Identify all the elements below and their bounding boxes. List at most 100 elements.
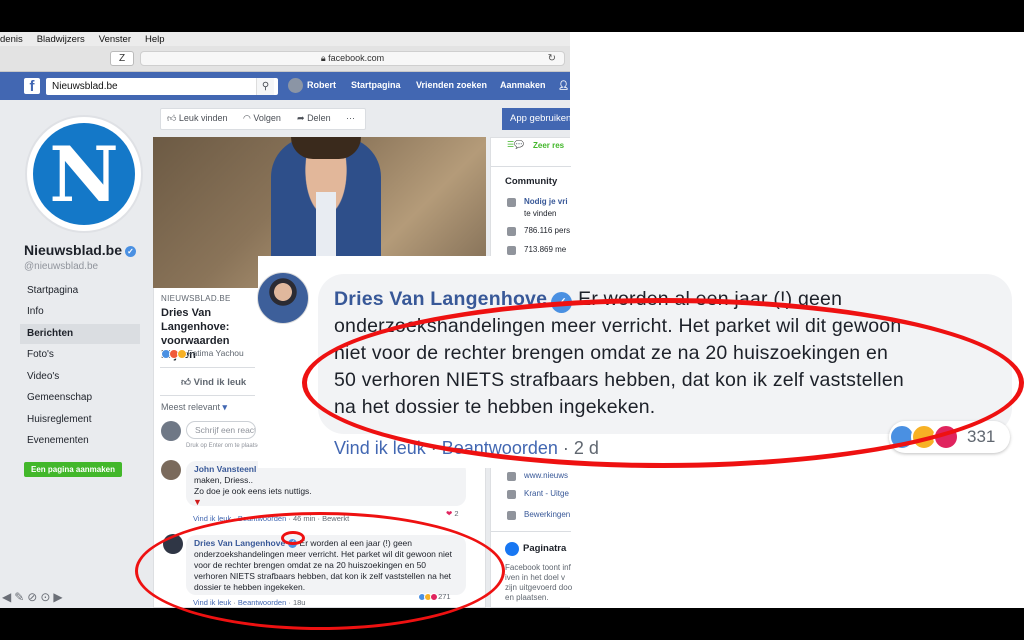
transparency-line: en plaatsen. [505, 593, 549, 602]
share-button[interactable]: ➦ Delen [297, 113, 331, 124]
forward-arrow-icon[interactable]: ▶ [53, 590, 65, 604]
divider [491, 531, 571, 532]
comment-text-line: maken, Driess.. [194, 475, 254, 485]
nav-find-friends[interactable]: Vrienden zoeken [416, 80, 487, 90]
sidebar-item-community[interactable]: Gemeenschap [20, 388, 140, 408]
markup-toolbar: ◀✎⊘⊙▶ [2, 590, 66, 604]
sidebar-item-events[interactable]: Evenementen [20, 431, 140, 451]
sidebar-item-home[interactable]: Startpagina [20, 281, 140, 301]
category-link[interactable]: Krant - Uitge [524, 489, 569, 498]
share-icon: ➦ [297, 113, 305, 123]
down-arrow-icon: ▼ [193, 497, 202, 507]
pencil-icon[interactable]: ✎ [14, 590, 27, 604]
annotation-ellipse-small [135, 512, 505, 630]
page-title[interactable]: Nieuwsblad.be ✓ [24, 242, 137, 258]
search-input[interactable]: Nieuwsblad.be ⚲ [46, 78, 278, 95]
menu-item[interactable]: Bladwijzers [37, 34, 85, 45]
more-icon[interactable]: ⊙ [40, 590, 53, 604]
reaction-summary[interactable]: Fatima Yachou [161, 348, 244, 359]
heart-icon: ❤ [446, 509, 453, 518]
create-page-button[interactable]: Een pagina aanmaken [24, 462, 122, 477]
thumb-icon: 👍︎ [167, 113, 177, 123]
menu-item[interactable]: Help [145, 34, 165, 45]
avatar[interactable] [288, 78, 303, 93]
sort-dropdown[interactable]: Meest relevant ▾ [161, 402, 227, 413]
avatar[interactable] [257, 272, 309, 324]
annotation-ellipse-large [302, 298, 1024, 468]
invite-friends-link[interactable]: Nodig je vri [524, 197, 568, 206]
avatar[interactable] [161, 460, 181, 480]
people-icon [507, 198, 516, 207]
post-like-label: Vind ik leuk [193, 377, 247, 388]
response-text: Zeer res [533, 141, 565, 150]
friends-icon[interactable]: 👤︎ [558, 80, 569, 91]
thumb-icon [507, 227, 516, 236]
divider [491, 166, 571, 167]
globe-icon [507, 472, 516, 481]
page-name: Nieuwsblad.be [24, 242, 123, 258]
flag-icon [505, 542, 519, 556]
divider [160, 395, 255, 396]
lock-icon: 🔒︎ [320, 53, 326, 63]
address-bar[interactable]: 🔒︎ facebook.com ↻ [140, 51, 565, 66]
share-label: Delen [307, 113, 331, 123]
nav-home[interactable]: Startpagina [351, 80, 401, 90]
comment-reactions[interactable]: ❤ 2 [446, 509, 459, 518]
thumb-icon: 👍︎ [181, 377, 191, 388]
reload-icon[interactable]: ↻ [548, 52, 556, 65]
page-handle: @nieuwsblad.be [24, 261, 99, 272]
z-button[interactable]: Z [110, 51, 134, 66]
rss-icon [507, 246, 516, 255]
sidebar-item-photos[interactable]: Foto's [20, 345, 140, 365]
search-value: Nieuwsblad.be [52, 81, 118, 92]
comment-input[interactable]: Schrijf een reactie... [186, 421, 256, 439]
reaction-count: 2 [454, 509, 459, 518]
annotation-ellipse-verified [281, 531, 305, 545]
search-icon[interactable]: ⚲ [256, 78, 274, 95]
nav-profile[interactable]: Robert [307, 80, 336, 90]
transparency-line: iven in het doel v [505, 573, 566, 582]
facebook-navbar: f Nieuwsblad.be ⚲ Robert Startpagina Vri… [0, 72, 570, 100]
transparency-line: zijn uitgevoerd doo [505, 583, 573, 592]
website-link[interactable]: www.nieuws [524, 471, 568, 480]
macos-menubar: denis Bladwijzers Venster Help [0, 32, 570, 46]
community-title: Community [505, 176, 558, 187]
chevron-down-icon: ▾ [222, 402, 228, 412]
verified-icon: ✓ [125, 245, 137, 257]
avatar [161, 421, 181, 441]
haha-reaction-icon [177, 348, 187, 359]
comment-author[interactable]: John Vansteenl [194, 464, 256, 474]
follow-label: Volgen [253, 113, 281, 123]
rss-icon: ◠ [243, 113, 251, 123]
nav-create[interactable]: Aanmaken [500, 80, 546, 90]
url-text: facebook.com [328, 53, 385, 63]
browser-toolbar: Z 🔒︎ facebook.com ↻ [0, 46, 570, 72]
sidebar-item-videos[interactable]: Video's [20, 367, 140, 387]
follow-button[interactable]: ◠ Volgen [243, 113, 281, 124]
sidebar-item-info[interactable]: Info [20, 302, 140, 322]
like-page-button[interactable]: 👍︎ Leuk vinden [167, 113, 227, 124]
facebook-logo-icon[interactable]: f [24, 78, 40, 95]
menu-item[interactable]: Venster [99, 34, 131, 45]
edit-icon [507, 511, 516, 520]
transparency-line: Facebook toont inf [505, 563, 571, 572]
menu-item[interactable]: denis [0, 34, 23, 45]
invite-sub: te vinden [524, 209, 557, 218]
edits-link[interactable]: Bewerkingen [524, 510, 570, 519]
tag-icon [507, 490, 516, 499]
cancel-icon[interactable]: ⊘ [27, 590, 40, 604]
back-arrow-icon[interactable]: ◀ [2, 590, 14, 604]
comment-text-line: Zo doe je ook eens iets nuttigs. [194, 486, 312, 496]
response-icon: ☰💬 [507, 140, 525, 149]
link-source: NIEUWSBLAD.BE [161, 294, 231, 303]
photo-hair [291, 137, 361, 159]
use-app-button[interactable]: App gebruiken [502, 108, 570, 130]
sidebar-item-rules[interactable]: Huisreglement [20, 410, 140, 430]
more-options-button[interactable]: ··· [346, 113, 355, 123]
page-likes: 786.116 pers [524, 226, 571, 235]
page-logo[interactable]: N [25, 115, 143, 233]
page-action-bar: 👍︎ Leuk vinden ◠ Volgen ➦ Delen ··· [160, 108, 366, 130]
sidebar-item-posts[interactable]: Berichten [20, 324, 140, 344]
reacted-by: Fatima Yachou [187, 348, 244, 358]
post-like-button[interactable]: 👍︎ Vind ik leuk [181, 376, 246, 388]
